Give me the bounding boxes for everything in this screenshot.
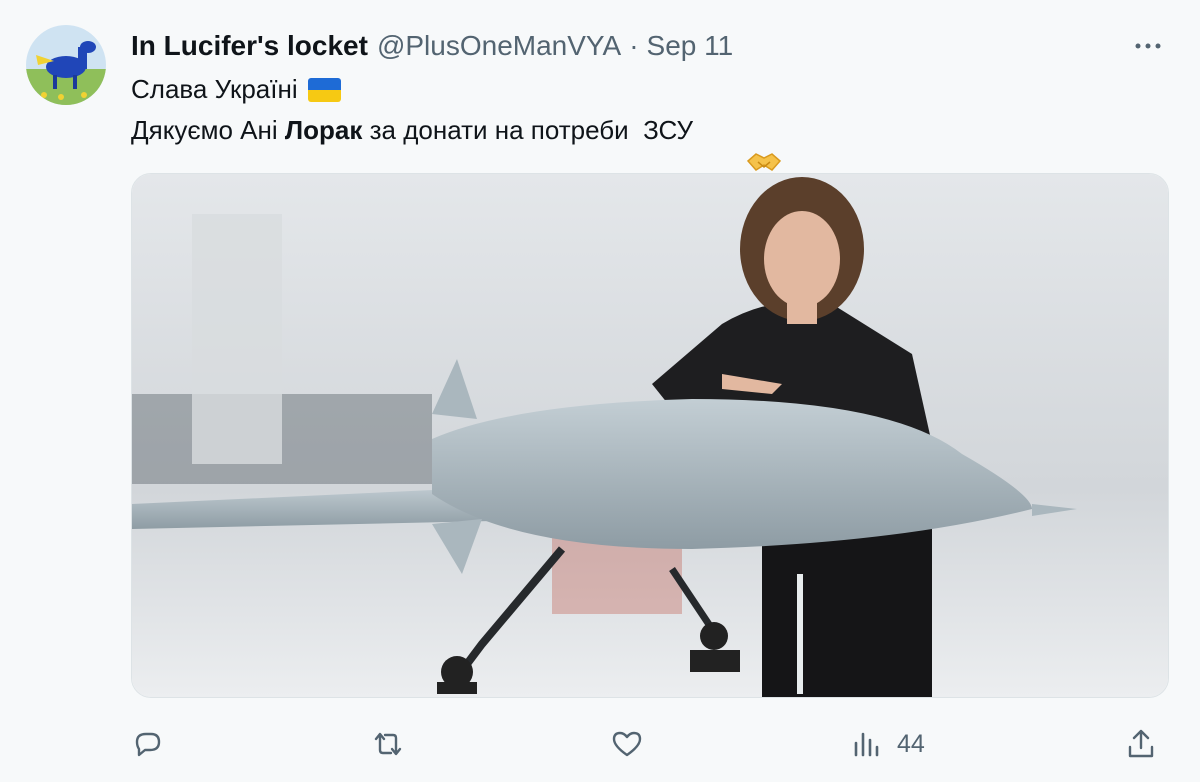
views-button[interactable]: 44 <box>851 722 925 766</box>
retweet-button[interactable] <box>371 722 405 766</box>
tweet-card[interactable]: In Lucifer's locket @PlusOneManVYA · Sep… <box>0 0 1200 782</box>
tweet-text-line-2: Дякуємо Ані Лорак за донати на потреби З… <box>131 115 782 171</box>
tweet-text-thanks: Дякуємо Ані <box>131 115 285 145</box>
share-icon <box>1128 729 1154 758</box>
tweet-text-line-1: Слава Україні <box>131 74 341 105</box>
handshake-icon <box>703 118 782 171</box>
tweet-text-glory: Слава Україні <box>131 74 298 104</box>
user-handle[interactable]: @PlusOneManVYA <box>377 30 621 62</box>
drone-photo <box>132 174 1168 697</box>
tweet-text-donations: за донати на потреби ЗСУ <box>362 115 693 145</box>
separator-dot: · <box>629 30 639 61</box>
share-button[interactable] <box>1124 722 1158 766</box>
avatar[interactable] <box>26 25 106 105</box>
like-button[interactable] <box>610 722 644 766</box>
views-count: 44 <box>897 729 925 758</box>
tweet-date[interactable]: Sep 11 <box>647 30 734 62</box>
more-options-icon[interactable] <box>1132 34 1164 58</box>
analytics-icon <box>854 732 879 757</box>
display-name[interactable]: In Lucifer's locket <box>131 30 368 62</box>
tweet-text-bold-name: Лорак <box>284 115 363 145</box>
ukraine-flag-icon <box>307 77 341 102</box>
tweet-actions: 44 <box>0 718 1200 768</box>
heart-icon <box>612 731 642 757</box>
retweet-icon <box>374 732 402 756</box>
tweet-header: In Lucifer's locket @PlusOneManVYA · Sep… <box>131 28 1160 64</box>
avatar-image <box>26 25 106 105</box>
reply-icon <box>135 732 161 757</box>
tweet-media-image[interactable] <box>131 173 1169 698</box>
reply-button[interactable] <box>131 722 165 766</box>
